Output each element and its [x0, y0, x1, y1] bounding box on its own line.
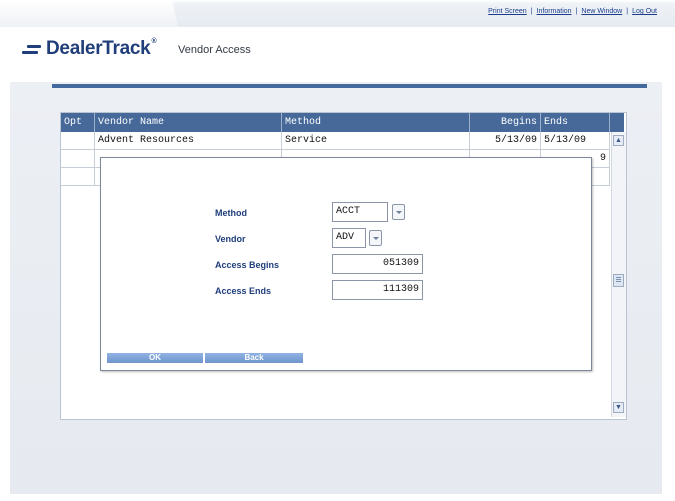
header-links: Print Screen | Information | New Window | Log … [488, 8, 657, 15]
ok-button[interactable]: OK [107, 353, 203, 363]
access-ends-label: Access Ends [215, 286, 272, 296]
vendor-label: Vendor [215, 234, 246, 244]
top-bar: Print Screen | Information | New Window | Log … [0, 0, 675, 28]
vendor-dropdown-icon[interactable] [369, 230, 382, 246]
link-separator: | [575, 8, 578, 15]
cell-opt [61, 150, 95, 167]
column-header-spacer [610, 113, 624, 132]
table-header: Opt Vendor Name Method Begins Ends [61, 113, 624, 132]
cell-vendor-name: Advent Resources [95, 132, 282, 149]
vendor-field[interactable]: ADV [332, 228, 366, 248]
page-subtitle: Vendor Access [178, 44, 251, 56]
method-label: Method [215, 208, 247, 218]
log-out-link[interactable]: Log Out [632, 8, 657, 15]
scroll-up-icon[interactable]: ▲ [613, 135, 624, 146]
link-separator: | [626, 8, 629, 15]
column-header-ends[interactable]: Ends [541, 113, 610, 132]
logo-registered-mark: ® [151, 38, 157, 45]
dealertrack-logo: DealerTrack® [22, 36, 157, 62]
column-header-vendor-name[interactable]: Vendor Name [95, 113, 282, 132]
back-button[interactable]: Back [205, 353, 303, 363]
content-divider [52, 84, 647, 88]
access-begins-field[interactable]: 051309 [332, 254, 423, 274]
top-bar-tab [0, 0, 178, 27]
print-screen-link[interactable]: Print Screen [488, 8, 527, 15]
logo-text: DealerTrack® [46, 38, 157, 60]
link-separator: | [530, 8, 533, 15]
cell-opt [61, 168, 95, 185]
access-ends-field[interactable]: 111309 [332, 280, 423, 300]
cell-ends: 5/13/09 [541, 132, 610, 149]
scroll-down-icon[interactable]: ▼ [613, 402, 624, 413]
new-window-link[interactable]: New Window [581, 8, 622, 15]
cell-begins: 5/13/09 [470, 132, 541, 149]
logo-text-dealer: Dealer [46, 38, 103, 59]
table-row[interactable]: Advent Resources Service 5/13/09 5/13/09 [61, 132, 610, 150]
cell-method: Service [282, 132, 470, 149]
vendor-access-dialog: Method ACCT Vendor ADV Access Begins 051… [100, 157, 592, 371]
cell-opt [61, 132, 95, 149]
logo-text-track: Track [102, 38, 151, 59]
logo-mark-icon [22, 44, 41, 54]
access-begins-label: Access Begins [215, 260, 280, 270]
column-header-begins[interactable]: Begins [470, 113, 541, 132]
information-link[interactable]: Information [537, 8, 572, 15]
scroll-thumb[interactable] [613, 274, 624, 287]
column-header-method[interactable]: Method [282, 113, 470, 132]
table-scrollbar[interactable]: ▲ ▼ [611, 132, 626, 417]
method-dropdown-icon[interactable] [392, 204, 405, 220]
column-header-opt[interactable]: Opt [61, 113, 95, 132]
method-field[interactable]: ACCT [332, 202, 388, 222]
